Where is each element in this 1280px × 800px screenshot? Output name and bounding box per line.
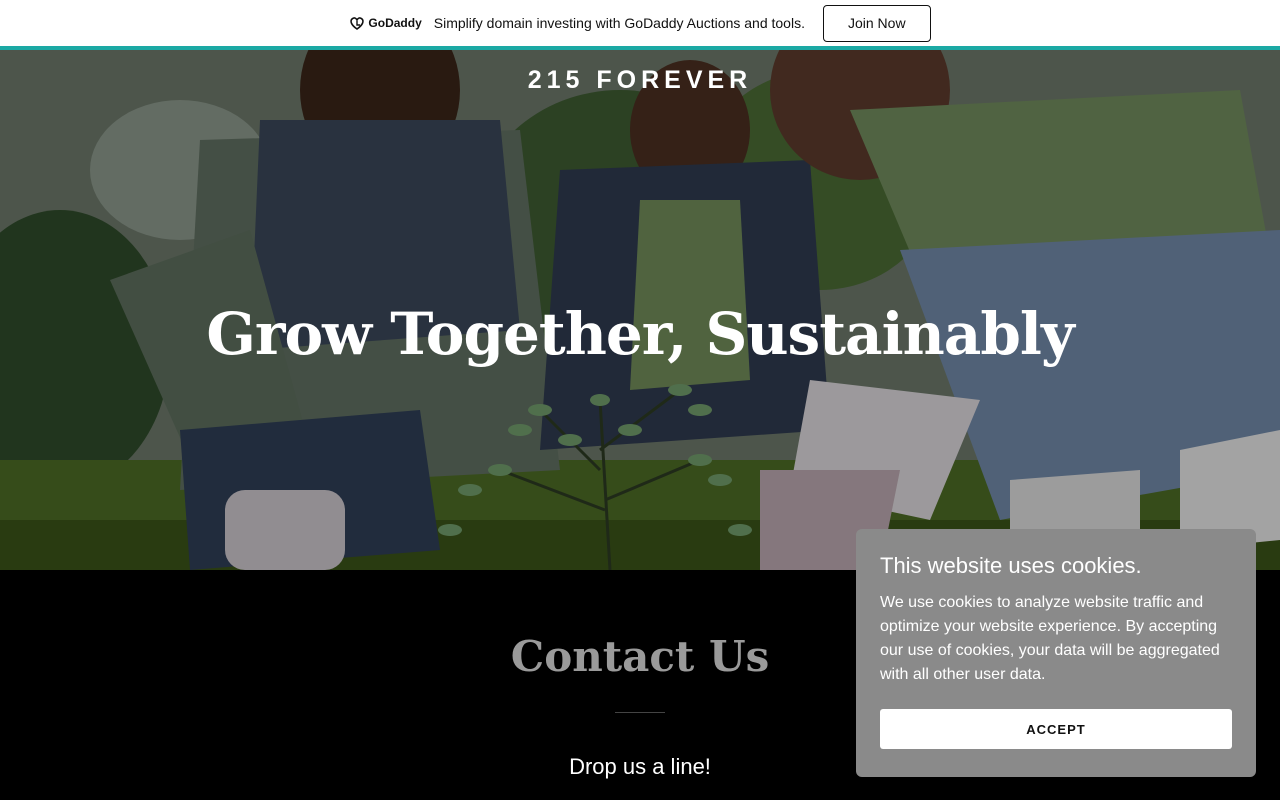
godaddy-logo-text: GoDaddy [368, 16, 422, 30]
godaddy-logo[interactable]: GoDaddy [349, 16, 422, 30]
promo-content: GoDaddy Simplify domain investing with G… [349, 4, 931, 42]
cookie-body: We use cookies to analyze website traffi… [880, 594, 1220, 683]
contact-divider [615, 712, 665, 713]
site-name[interactable]: 215 FOREVER [0, 66, 1280, 95]
hero-section: 215 FOREVER Grow Together, Sustainably [0, 50, 1280, 570]
hero-title: Grow Together, Sustainably [206, 300, 1074, 368]
join-now-button[interactable]: Join Now [822, 4, 931, 42]
godaddy-logo-icon [349, 16, 365, 30]
accept-cookies-button[interactable]: ACCEPT [880, 709, 1232, 749]
cookie-banner: This website uses cookies. We use cookie… [856, 529, 1256, 777]
promo-text: Simplify domain investing with GoDaddy A… [433, 15, 805, 31]
promo-banner: GoDaddy Simplify domain investing with G… [0, 0, 1280, 46]
cookie-title: This website uses cookies. [880, 553, 1142, 578]
